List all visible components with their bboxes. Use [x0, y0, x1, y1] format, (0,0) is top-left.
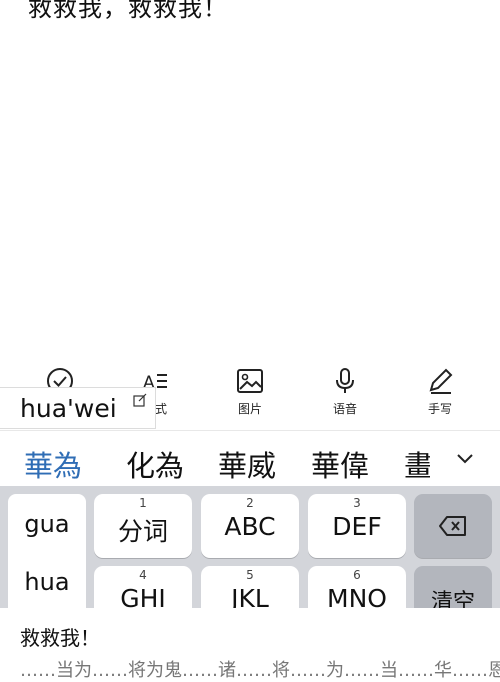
candidate-5[interactable]: 畫 — [404, 443, 430, 485]
key-1-segment[interactable]: 1 分词 — [94, 494, 192, 558]
toolbar-voice-label: 语音 — [332, 402, 357, 416]
edit-icon[interactable] — [133, 393, 147, 407]
chevron-down-icon[interactable] — [454, 447, 476, 469]
key-2-label: ABC — [224, 512, 276, 541]
clear-key-label: 清空 — [430, 590, 475, 608]
candidate-1[interactable]: 華為 — [24, 443, 82, 485]
delete-key[interactable] — [414, 494, 492, 558]
bottom-text-line-1: 救救我！ — [20, 626, 100, 650]
key-4-ghi[interactable]: 4 GHI — [94, 566, 192, 608]
candidate-3[interactable]: 華威 — [218, 443, 276, 485]
key-6-label: MNO — [327, 584, 387, 608]
key-5-number: 5 — [246, 568, 254, 582]
candidate-2[interactable]: 化為 — [126, 443, 184, 485]
note-text[interactable]: 救救我，救救我！ — [28, 0, 228, 23]
candidate-4[interactable]: 華偉 — [311, 443, 369, 485]
keyboard: gua hua 1 分词 2 ABC 3 DEF 4 GHI 5 JKL 6 M… — [0, 486, 500, 608]
key-4-number: 4 — [139, 568, 147, 582]
microphone-icon — [336, 368, 354, 393]
toolbar-image-button[interactable]: 图片 — [215, 362, 285, 424]
toolbar-voice-button[interactable]: 语音 — [310, 362, 380, 424]
pen-icon — [429, 368, 453, 394]
pinyin-option-list: gua hua — [8, 494, 86, 608]
composition-text: hua'wei — [20, 394, 117, 423]
image-icon — [237, 369, 263, 393]
key-3-label: DEF — [332, 512, 382, 541]
key-5-label: JKL — [231, 584, 269, 608]
key-1-label: 分词 — [117, 517, 168, 546]
composition-bubble[interactable]: hua'wei — [0, 387, 156, 429]
key-4-label: GHI — [120, 584, 166, 608]
bottom-text-line-2: ……当为……将为鬼……诸……将……为……当……华……恩 — [20, 660, 500, 681]
backspace-icon — [439, 516, 466, 536]
key-2-abc[interactable]: 2 ABC — [201, 494, 299, 558]
candidate-bar: 華為 化為 華威 華偉 畫 — [0, 430, 500, 487]
toolbar-image-label: 图片 — [237, 402, 262, 416]
key-1-number: 1 — [139, 496, 147, 510]
clear-key[interactable]: 清空 — [414, 566, 492, 608]
toolbar-handwrite-button[interactable]: 手写 — [405, 362, 475, 424]
pinyin-option-gua[interactable]: gua — [8, 510, 86, 538]
key-3-def[interactable]: 3 DEF — [308, 494, 406, 558]
key-6-mno[interactable]: 6 MNO — [308, 566, 406, 608]
key-6-number: 6 — [353, 568, 361, 582]
pinyin-option-hua[interactable]: hua — [8, 568, 86, 596]
key-2-number: 2 — [246, 496, 254, 510]
key-5-jkl[interactable]: 5 JKL — [201, 566, 299, 608]
toolbar-handwrite-label: 手写 — [427, 402, 452, 416]
bottom-text-area: 救救我！ ……当为……将为鬼……诸……将……为……当……华……恩 — [0, 608, 500, 681]
key-3-number: 3 — [353, 496, 361, 510]
candidate-5-clip: 畫 — [404, 431, 430, 487]
